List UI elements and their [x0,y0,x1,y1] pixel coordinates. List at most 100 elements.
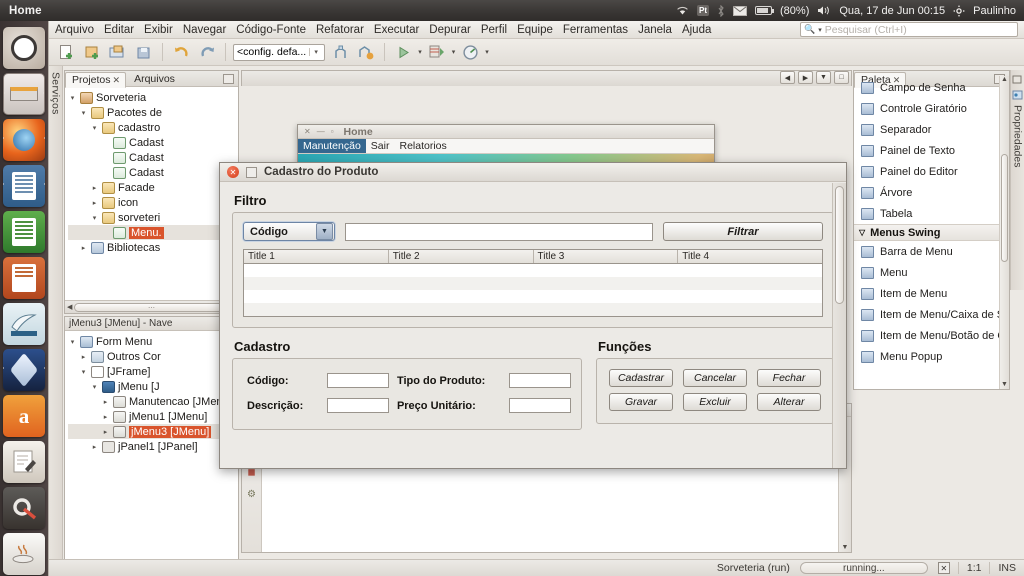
tree-item[interactable]: ▸ icon [68,195,238,210]
palette-item[interactable]: Menu [854,262,1009,283]
launcher-item-netbeans[interactable] [3,533,45,575]
volume-icon[interactable] [817,5,831,16]
tree-item[interactable]: ▸ Bibliotecas [68,240,238,255]
table-header-title-3[interactable]: Title 3 [534,250,679,263]
menu-equipe[interactable]: Equipe [517,24,553,36]
debug-project-icon[interactable] [426,42,448,63]
tree-item[interactable]: ▸ jMenu1 [JMenu] [68,409,238,424]
launcher-item-amazon[interactable]: a [3,395,45,437]
pidgin-icon[interactable]: Pt [697,5,710,16]
clock-label[interactable]: Qua, 17 de Jun 00:15 [839,5,945,17]
table-row[interactable] [244,264,822,277]
tree-item[interactable]: ▸ Outros Cor [68,349,238,364]
table-row[interactable] [244,303,822,316]
run-dropdown-icon[interactable]: ▾ [418,48,422,56]
cancelar-button[interactable]: Cancelar [683,369,747,387]
collapse-toggle-icon[interactable]: ▾ [90,124,99,132]
table-row[interactable] [244,277,822,290]
left-dock-servicos-label[interactable]: Serviços [50,72,62,115]
tab-next-icon[interactable]: ▶ [798,71,813,84]
palette-item[interactable]: Separador [854,119,1009,140]
dialog-vscrollbar[interactable] [832,183,846,468]
new-project-icon[interactable] [81,42,103,63]
tree-item[interactable]: Cadast [68,135,238,150]
expand-toggle-icon[interactable]: ▸ [90,199,99,207]
alterar-button[interactable]: Alterar [757,393,821,411]
preco-unitario-input[interactable] [509,398,571,413]
tree-item[interactable]: ▾ jMenu [J [68,379,238,394]
tree-item[interactable]: ▾ Pacotes de [68,105,238,120]
palette-item[interactable]: Tabela [854,203,1009,224]
palette-item[interactable]: Menu Popup [854,346,1009,367]
filtro-text-input[interactable] [345,222,653,241]
settings-icon[interactable]: ⚙ [245,488,258,501]
tree-item[interactable]: ▾ [JFrame] [68,364,238,379]
expand-toggle-icon[interactable]: ▸ [90,184,99,192]
filtrar-button[interactable]: Filtrar [663,222,823,241]
expand-toggle-icon[interactable]: ▸ [101,413,110,421]
palette-item[interactable]: Item de Menu/Caixa de Seleç [854,304,1009,325]
scroll-thumb[interactable] [835,186,844,304]
scroll-left-icon[interactable]: ◀ [67,303,72,311]
table-header-title-4[interactable]: Title 4 [678,250,822,263]
username-label[interactable]: Paulinho [973,5,1016,17]
tree-item[interactable]: ▸ jMenu3 [JMenu] [68,424,238,439]
tab-list-icon[interactable]: ▼ [816,71,831,84]
app-menu-manutencao[interactable]: Manutenção [298,139,366,153]
menu-ferramentas[interactable]: Ferramentas [563,24,628,36]
bluetooth-icon[interactable] [717,4,725,17]
launcher-item-ubuntu-dash[interactable] [3,27,45,69]
tree-item[interactable]: ▾ Form Menu [68,334,238,349]
tree-item[interactable]: Cadast [68,165,238,180]
window-group-icon[interactable] [1012,75,1023,86]
expand-toggle-icon[interactable]: ▸ [101,428,110,436]
collapse-toggle-icon[interactable]: ▾ [79,368,88,376]
expand-toggle-icon[interactable]: ▸ [79,353,88,361]
palette-group-menus-swing[interactable]: ▽ Menus Swing [854,224,1009,241]
launcher-item-mysql-workbench[interactable] [3,303,45,345]
tab-arquivos[interactable]: Arquivos [128,72,180,86]
collapse-toggle-icon[interactable]: ▾ [90,214,99,222]
palette-item[interactable]: Barra de Menu [854,241,1009,262]
gravar-button[interactable]: Gravar [609,393,673,411]
projects-tree[interactable]: ▾ Sorveteria ▾ Pacotes de ▾ cadastro Cadast Cad… [65,87,238,300]
tree-item[interactable]: ▸ jPanel1 [JPanel] [68,439,238,454]
palette-item[interactable]: Painel de Texto [854,140,1009,161]
fechar-button[interactable]: Fechar [757,369,821,387]
mail-icon[interactable] [733,5,748,16]
menu-perfil[interactable]: Perfil [481,24,507,36]
palette-item[interactable]: Controle Giratório [854,98,1009,119]
open-project-icon[interactable] [107,42,129,63]
scroll-thumb[interactable] [1001,154,1008,262]
palette-list[interactable]: Campo de Senha Controle Giratório Separado… [854,76,1009,389]
tree-item[interactable]: ▸ Manutencao [JMenu [68,394,238,409]
tree-item[interactable]: Menu. [68,225,238,240]
menu-codigo-fonte[interactable]: Código-Fonte [236,24,306,36]
table-row[interactable] [244,290,822,303]
right-dock-propriedades-label[interactable]: Propriedades [1012,105,1024,167]
tree-item[interactable]: ▾ Sorveteria [68,90,238,105]
redo-icon[interactable] [196,42,218,63]
table-header-title-2[interactable]: Title 2 [389,250,534,263]
menu-refatorar[interactable]: Refatorar [316,24,364,36]
launcher-item-libreoffice-calc[interactable] [3,211,45,253]
palette-item[interactable]: Item de Menu [854,283,1009,304]
app-menu-relatorios[interactable]: Relatorios [394,139,451,153]
scroll-up-icon[interactable]: ▲ [1000,76,1009,83]
tab-projetos[interactable]: Projetos ✕ [65,71,127,88]
menu-navegar[interactable]: Navegar [183,24,226,36]
minimize-icon[interactable] [223,73,234,84]
new-file-icon[interactable] [55,42,77,63]
profile-project-icon[interactable] [459,42,481,63]
palette-item[interactable]: Painel do Editor [854,161,1009,182]
profile-dropdown-icon[interactable]: ▾ [485,48,489,56]
close-icon[interactable]: ✕ [227,166,239,178]
expand-toggle-icon[interactable]: ▸ [79,244,88,252]
table-header-title-1[interactable]: Title 1 [244,250,389,263]
filtro-results-table[interactable]: Title 1 Title 2 Title 3 Title 4 [243,249,823,317]
launcher-item-virtualbox[interactable] [3,349,45,391]
tipo-produto-input[interactable] [509,373,571,388]
run-project-icon[interactable] [392,42,414,63]
menu-exibir[interactable]: Exibir [144,24,173,36]
palette-item[interactable]: Campo de Senha [854,77,1009,98]
